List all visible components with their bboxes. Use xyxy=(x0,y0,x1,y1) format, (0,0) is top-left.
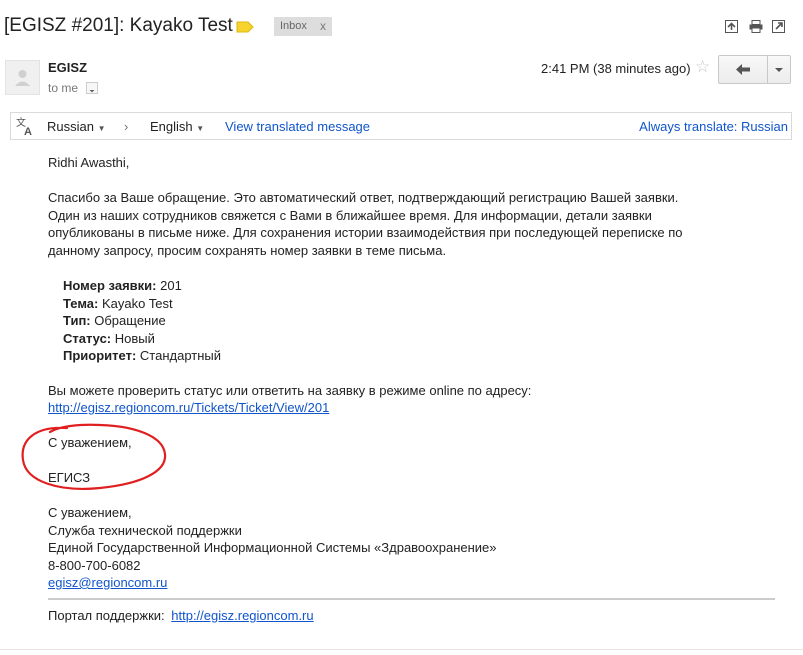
field-value: 201 xyxy=(160,278,182,293)
target-language-label: English xyxy=(150,119,193,134)
chevron-right-icon: › xyxy=(124,119,129,134)
portal-link[interactable]: http://egisz.regioncom.ru xyxy=(171,608,313,623)
chevron-down-icon xyxy=(89,90,95,93)
source-language-dropdown[interactable]: Russian ▼ xyxy=(47,119,106,134)
field-value: Обращение xyxy=(94,313,166,328)
popout-icon[interactable] xyxy=(772,20,785,33)
translate-bar: 文 A Russian ▼ › English ▼ View translate… xyxy=(10,112,792,140)
divider xyxy=(48,598,775,600)
ticket-field-type: Тип: Обращение xyxy=(63,312,221,330)
greeting: Ridhi Awasthi, xyxy=(48,155,130,170)
dropdown-arrow-icon: ▼ xyxy=(97,124,106,133)
field-value: Стандартный xyxy=(139,348,222,363)
sender-name[interactable]: EGISZ xyxy=(48,60,87,75)
field-label: Тема: xyxy=(63,295,99,311)
email-link[interactable]: egisz@regioncom.ru xyxy=(48,575,167,590)
signature-line: Служба технической поддержки xyxy=(48,522,242,538)
view-translated-link[interactable]: View translated message xyxy=(225,119,370,134)
ticket-field-subject: Тема: Kayako Test xyxy=(63,295,221,313)
reply-button[interactable] xyxy=(718,55,768,84)
portal-label: Портал поддержки: xyxy=(48,608,165,623)
portal-line: Портал поддержки: http://egisz.regioncom… xyxy=(48,607,314,625)
ticket-field-status: Статус: Новый xyxy=(63,330,221,348)
more-actions-button[interactable] xyxy=(767,55,791,84)
support-signature: С уважением, Служба технической поддержк… xyxy=(48,504,497,592)
reply-arrow-icon xyxy=(736,64,750,75)
field-label: Тип: xyxy=(63,313,91,328)
ticket-field-priority: Приоритет: Стандартный xyxy=(63,347,221,365)
ticket-field-number: Номер заявки: 201 xyxy=(63,277,221,295)
paragraph-line: Спасибо за Ваше обращение. Это автоматич… xyxy=(48,190,679,205)
email-timestamp: 2:41 PM (38 minutes ago) xyxy=(541,61,691,76)
bottom-divider xyxy=(0,649,803,650)
svg-text:A: A xyxy=(24,126,32,136)
inbox-label-chip: Inbox x xyxy=(274,17,332,36)
target-language-dropdown[interactable]: English ▼ xyxy=(150,119,204,134)
field-value: Kayako Test xyxy=(101,295,173,311)
dropdown-arrow-icon: ▼ xyxy=(196,124,205,133)
annotation-circle xyxy=(21,423,167,490)
inbox-chip-label: Inbox xyxy=(280,20,307,32)
paragraph-line: опубликованы в письме ниже. Для сохранен… xyxy=(48,225,683,240)
source-language-label: Russian xyxy=(47,119,94,134)
intro-paragraph: Спасибо за Ваше обращение. Это автоматич… xyxy=(48,189,788,259)
field-label: Статус: xyxy=(63,330,112,346)
check-status-text: Вы можете проверить статус или ответить … xyxy=(48,383,532,398)
translate-icon: 文 A xyxy=(16,116,32,136)
recipient-text: to me xyxy=(48,81,79,95)
always-translate-link[interactable]: Always translate: Russian xyxy=(639,119,788,134)
paragraph-line: данному запросу, просим сохранять номер … xyxy=(48,242,447,258)
field-value: Новый xyxy=(114,330,155,346)
signature-line: С уважением, xyxy=(48,505,132,520)
ticket-details: Номер заявки: 201 Тема: Kayako Test Тип:… xyxy=(63,277,221,365)
recipient-details-dropdown[interactable] xyxy=(86,82,98,94)
label-tag-icon[interactable] xyxy=(236,21,254,33)
ticket-link[interactable]: http://egisz.regioncom.ru/Tickets/Ticket… xyxy=(48,399,329,417)
new-window-icon[interactable] xyxy=(725,20,738,33)
person-icon xyxy=(15,70,30,86)
signature-line: Единой Государственной Информационной Си… xyxy=(48,540,497,555)
print-icon[interactable] xyxy=(749,20,763,33)
signature-line: 8-800-700-6082 xyxy=(48,557,141,573)
star-icon[interactable]: ☆ xyxy=(695,57,710,77)
remove-label-button[interactable]: x xyxy=(320,19,326,33)
email-subject: [EGISZ #201]: Kayako Test xyxy=(4,15,233,36)
paragraph-line: Один из наших сотрудников свяжется с Вам… xyxy=(48,207,652,223)
field-label: Приоритет: xyxy=(63,348,137,363)
chevron-down-icon xyxy=(775,68,783,72)
avatar xyxy=(5,60,40,95)
field-label: Номер заявки: xyxy=(63,278,157,293)
